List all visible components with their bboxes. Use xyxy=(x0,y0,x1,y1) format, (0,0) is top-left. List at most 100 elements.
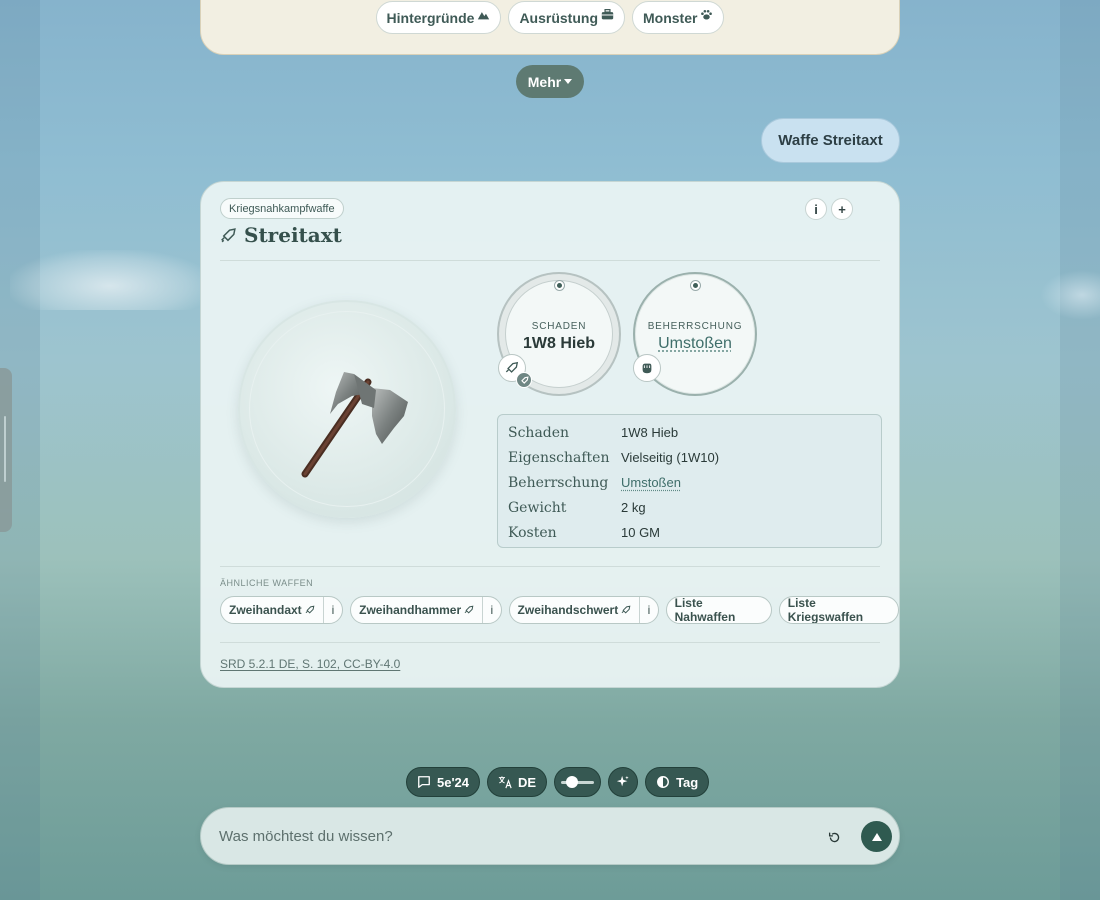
info-button[interactable]: i xyxy=(482,597,500,623)
language-button[interactable]: DE xyxy=(487,767,548,797)
tag-label: Kriegsnahkampfwaffe xyxy=(229,202,335,215)
sparkle-icon xyxy=(616,775,629,787)
reset-button[interactable] xyxy=(824,827,844,847)
detail-slider[interactable] xyxy=(554,767,602,797)
background-cloud xyxy=(10,250,210,310)
chip-label: Monster xyxy=(643,9,698,26)
property-key: Schaden xyxy=(508,424,570,441)
similar-weapon-link[interactable]: Zweihandhammer xyxy=(351,597,482,623)
contrast-icon xyxy=(657,776,670,788)
source-link[interactable]: SRD 5.2.1 DE, S. 102, CC-BY-4.0 xyxy=(220,657,400,671)
chat-input-box xyxy=(200,807,900,865)
settings-toolbar: 5e'24 DE Tag xyxy=(406,767,710,797)
list-melee-weapons-button[interactable]: Liste Nahwaffen xyxy=(665,596,772,624)
language-label: DE xyxy=(518,774,537,790)
info-button[interactable]: i xyxy=(322,597,342,623)
arrow-up-icon xyxy=(871,832,882,841)
similar-weapon-label: Zweihandhammer xyxy=(359,603,462,617)
table-row: Kosten 10 GM xyxy=(508,520,871,545)
property-key: Kosten xyxy=(508,524,557,541)
sparkle-button[interactable] xyxy=(608,767,639,797)
property-value: 2 kg xyxy=(621,500,646,515)
table-row: Gewicht 2 kg xyxy=(508,495,871,520)
property-value: 10 GM xyxy=(621,525,661,540)
stat-label: SCHADEN xyxy=(531,321,587,332)
slider-track xyxy=(561,775,595,788)
property-value: 1W8 Hieb xyxy=(621,425,679,440)
table-row: Eigenschaften Vielseitig (1W10) xyxy=(508,445,871,470)
mastery-link[interactable]: Umstoßen xyxy=(621,475,681,490)
similar-weapon-label: Zweihandschwert xyxy=(517,603,619,617)
chip-monster[interactable]: Monster xyxy=(632,1,725,34)
stat-value: 1W8 Hieb xyxy=(522,335,595,352)
stat-label: BEHERRSCHUNG xyxy=(647,321,743,332)
property-key: Beherrschung xyxy=(508,474,609,491)
plus-icon: + xyxy=(838,201,846,217)
chip-label: Ausrüstung xyxy=(519,9,598,26)
weapon-category-tag[interactable]: Kriegsnahkampfwaffe xyxy=(220,198,344,219)
list-martial-weapons-button[interactable]: Liste Kriegswaffen xyxy=(778,596,899,624)
chip-equipment[interactable]: Ausrüstung xyxy=(508,1,625,34)
properties-table: Schaden 1W8 Hieb Eigenschaften Vielseiti… xyxy=(497,414,882,548)
info-icon: i xyxy=(814,201,818,217)
send-button[interactable] xyxy=(861,821,892,852)
sword-icon xyxy=(464,605,474,614)
property-key: Gewicht xyxy=(508,499,567,516)
user-message-bubble: Waffe Streitaxt xyxy=(761,118,900,163)
table-row: Beherrschung Umstoßen xyxy=(508,470,871,495)
mountain-icon xyxy=(478,11,490,19)
weapon-image xyxy=(238,300,456,518)
divider xyxy=(220,642,880,643)
property-key: Eigenschaften xyxy=(508,449,610,466)
similar-weapon-greataxe: Zweihandaxt i xyxy=(220,596,344,624)
similar-weapon-label: Zweihandaxt xyxy=(229,603,302,617)
similar-weapon-link[interactable]: Zweihandschwert xyxy=(510,597,640,623)
category-chips: Hintergründe Ausrüstung Monster xyxy=(201,1,899,34)
sidebar-handle[interactable] xyxy=(0,368,12,532)
right-edge-shade xyxy=(1060,0,1100,900)
category-card: Hintergründe Ausrüstung Monster xyxy=(200,0,900,55)
divider xyxy=(220,566,880,567)
sword-icon xyxy=(516,372,532,388)
card-title-row: Streitaxt xyxy=(220,223,342,247)
paw-icon xyxy=(701,9,713,20)
chip-label: Hintergründe xyxy=(386,9,475,26)
similar-weapon-maul: Zweihandhammer i xyxy=(350,596,502,624)
similar-weapon-link[interactable]: Zweihandaxt xyxy=(221,597,323,623)
list-button-label: Liste Kriegswaffen xyxy=(787,596,864,624)
info-button[interactable]: i xyxy=(639,597,657,623)
edition-label: 5e'24 xyxy=(437,774,470,790)
chip-backgrounds[interactable]: Hintergründe xyxy=(375,1,502,34)
list-button-label: Liste Nahwaffen xyxy=(674,596,736,624)
divider xyxy=(220,260,880,261)
fist-icon xyxy=(633,354,661,382)
caret-down-icon xyxy=(564,79,573,84)
more-button[interactable]: Mehr xyxy=(516,65,584,98)
translate-icon xyxy=(498,776,512,789)
sword-icon xyxy=(221,227,236,242)
slider-handle[interactable] xyxy=(566,775,579,788)
page-title: Streitaxt xyxy=(244,223,342,247)
edition-button[interactable]: 5e'24 xyxy=(406,767,481,797)
sword-icon xyxy=(305,605,315,614)
info-button[interactable]: i xyxy=(805,198,827,220)
table-row: Schaden 1W8 Hieb xyxy=(508,420,871,445)
chat-icon xyxy=(418,776,430,788)
similar-weapons-list: Zweihandaxt i Zweihandhammer i Zweihands… xyxy=(220,596,899,624)
chat-input[interactable] xyxy=(219,822,799,850)
refresh-icon xyxy=(828,832,839,842)
theme-label: Tag xyxy=(676,774,699,790)
more-button-label: Mehr xyxy=(527,73,562,90)
stat-indicator-dot xyxy=(691,281,700,290)
theme-button[interactable]: Tag xyxy=(645,767,710,797)
similar-weapons-label: ÄHNLICHE WAFFEN xyxy=(220,578,314,588)
battleaxe-icon xyxy=(301,372,408,478)
sword-icon xyxy=(621,605,631,614)
similar-weapon-greatsword: Zweihandschwert i xyxy=(508,596,659,624)
mastery-link[interactable]: Umstoßen xyxy=(635,335,755,353)
stat-indicator-dot xyxy=(555,281,564,290)
property-value: Vielseitig (1W10) xyxy=(621,450,720,465)
add-button[interactable]: + xyxy=(831,198,853,220)
toolbox-icon xyxy=(601,8,614,19)
weapon-card: Kriegsnahkampfwaffe i + Streitaxt SCHADE… xyxy=(200,181,900,688)
